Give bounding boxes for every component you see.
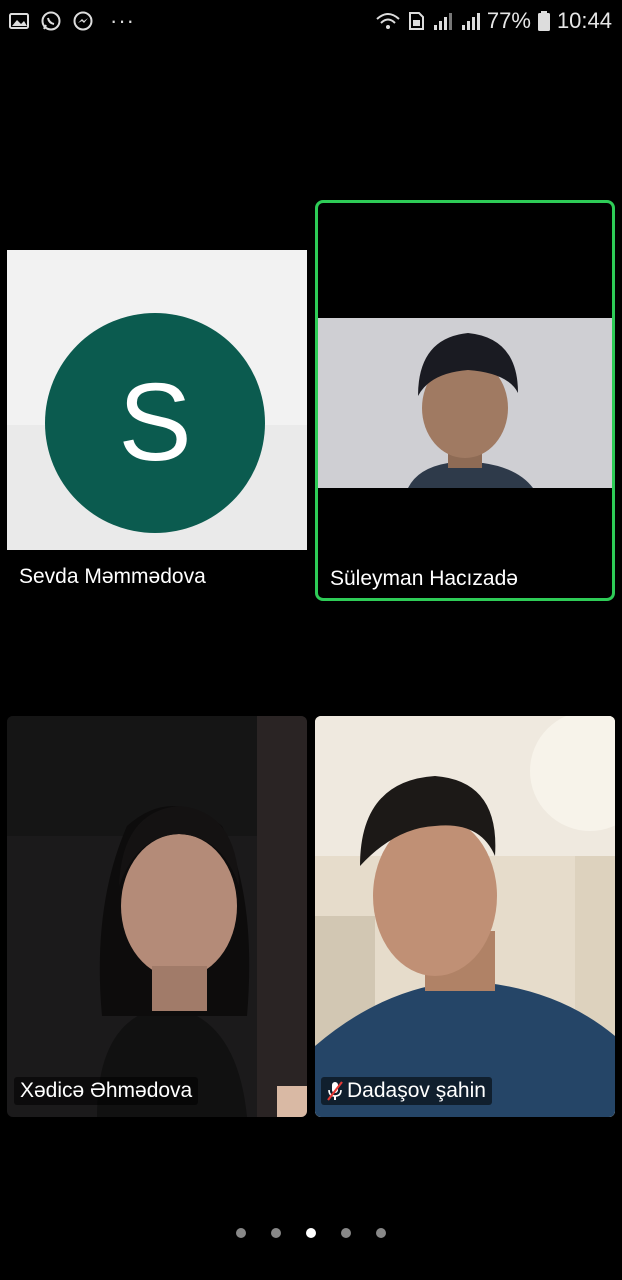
system-icons: 77% 10:44 — [375, 8, 612, 34]
page-dot-4[interactable] — [341, 1228, 351, 1238]
video-feed — [7, 716, 307, 1117]
participant-tile-1[interactable]: S Sevda Məmmədova — [0, 200, 310, 600]
avatar: S — [45, 313, 265, 533]
wifi-icon — [376, 13, 400, 29]
participant-name-row: Dadaşov şahin — [321, 1077, 492, 1105]
avatar-letter: S — [118, 361, 192, 484]
messenger-icon — [73, 11, 93, 31]
whatsapp-icon — [41, 11, 61, 31]
video-feed — [315, 716, 615, 1117]
signal-icon-2 — [461, 13, 480, 30]
participant-name: Xədicə Əhmədova — [14, 1077, 199, 1105]
signal-icon-1 — [433, 13, 452, 30]
participant-tile-3[interactable]: Xədicə Əhmədova — [7, 716, 307, 1117]
more-notifications-icon: ··· — [110, 8, 135, 33]
participant-name: Süleyman Hacızadə — [330, 567, 518, 590]
status-bar: ··· 77% 10:44 — [0, 0, 622, 44]
page-dot-1[interactable] — [236, 1228, 246, 1238]
gallery-icon — [9, 13, 29, 29]
battery-icon — [537, 11, 550, 31]
page-indicator[interactable] — [0, 1228, 622, 1238]
video-feed — [318, 318, 612, 488]
participant-tile-4[interactable]: Dadaşov şahin — [315, 716, 615, 1117]
page-dot-3-active[interactable] — [306, 1228, 316, 1238]
page-dot-5[interactable] — [376, 1228, 386, 1238]
battery-percent: 77% — [486, 8, 531, 33]
participant-name: Dadaşov şahin — [347, 1079, 486, 1102]
participant-tile-2-active-speaker[interactable]: Süleyman Hacızadə — [315, 200, 615, 601]
page-dot-2[interactable] — [271, 1228, 281, 1238]
avatar-background: S — [7, 250, 307, 550]
participant-name: Sevda Məmmədova — [19, 565, 206, 588]
notification-icons: ··· — [8, 10, 135, 32]
clock: 10:44 — [556, 8, 612, 33]
mic-muted-icon — [327, 1081, 343, 1102]
sim-icon — [408, 12, 424, 30]
